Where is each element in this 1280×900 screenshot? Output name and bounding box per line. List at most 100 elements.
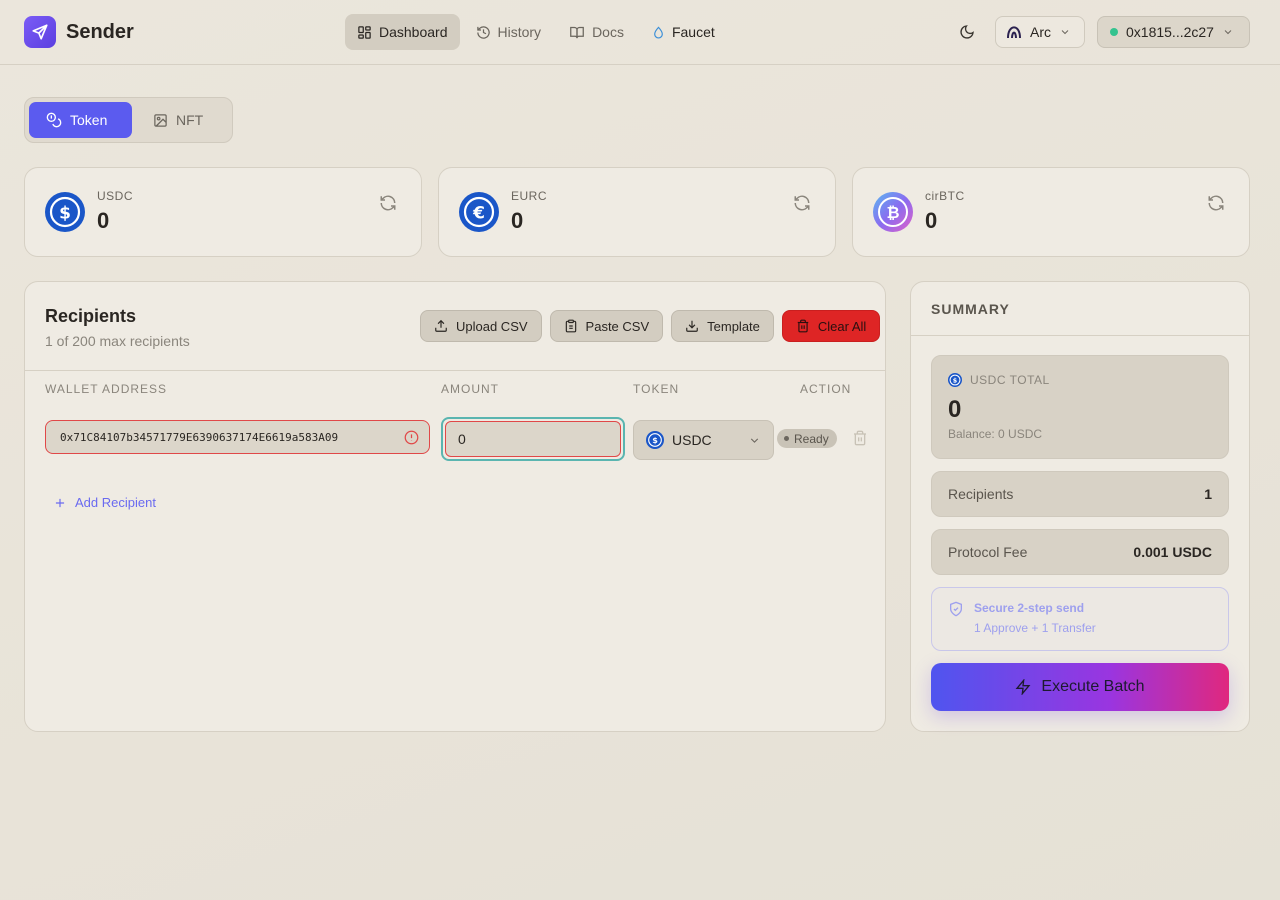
- add-recipient-label: Add Recipient: [75, 495, 156, 510]
- tab-nft-label: NFT: [176, 112, 204, 128]
- col-amount: AMOUNT: [441, 382, 499, 396]
- total-label-row: $ USDC TOTAL: [948, 373, 1050, 387]
- token-select-value: USDC: [672, 432, 712, 448]
- alert-circle-icon: [404, 430, 419, 445]
- refresh-icon[interactable]: [379, 194, 397, 212]
- tab-token[interactable]: Token: [29, 102, 132, 138]
- col-wallet-address: WALLET ADDRESS: [45, 382, 168, 396]
- recipients-count-label: Recipients: [948, 486, 1014, 502]
- usdc-coin-icon: $: [45, 192, 85, 232]
- nav-history[interactable]: History: [464, 14, 554, 50]
- template-button[interactable]: Template: [671, 310, 774, 342]
- secure-send-note: Secure 2-step send 1 Approve + 1 Transfe…: [931, 587, 1229, 651]
- upload-csv-label: Upload CSV: [456, 318, 528, 334]
- summary-title: SUMMARY: [931, 301, 1010, 317]
- usdc-coin-icon: $: [646, 431, 664, 449]
- grid-icon: [358, 25, 371, 39]
- paste-csv-label: Paste CSV: [585, 318, 650, 334]
- svg-text:$: $: [59, 204, 71, 224]
- protocol-fee-label: Protocol Fee: [948, 544, 1028, 560]
- protocol-fee-row: Protocol Fee 0.001 USDC: [931, 529, 1229, 575]
- secure-title: Secure 2-step send: [974, 601, 1085, 615]
- usdc-coin-icon: $: [948, 373, 962, 387]
- send-logo-icon: [24, 16, 56, 48]
- balance-card-eurc: € EURC 0: [438, 167, 836, 257]
- refresh-icon[interactable]: [793, 194, 811, 212]
- refresh-icon[interactable]: [1207, 194, 1225, 212]
- book-icon: [570, 26, 584, 38]
- nav-dashboard-label: Dashboard: [379, 24, 448, 40]
- recipients-count: 1 of 200 max recipients: [45, 333, 190, 349]
- arc-network-icon: [1007, 26, 1021, 39]
- wallet-button[interactable]: 0x1815...2c27: [1097, 16, 1250, 48]
- nav-history-label: History: [497, 24, 542, 40]
- balance-symbol: cirBTC: [925, 189, 965, 203]
- shield-check-icon: [950, 601, 962, 617]
- chevron-down-icon: [750, 438, 759, 443]
- recipients-count-row: Recipients 1: [931, 471, 1229, 517]
- execute-batch-label: Execute Batch: [1041, 678, 1145, 695]
- protocol-fee-value: 0.001 USDC: [1133, 544, 1212, 560]
- zap-icon: [1015, 679, 1031, 695]
- tab-nft[interactable]: NFT: [136, 102, 220, 138]
- trash-icon: [797, 319, 809, 333]
- svg-text:$: $: [652, 435, 658, 445]
- template-label: Template: [707, 318, 760, 334]
- nav-faucet[interactable]: Faucet: [640, 14, 727, 50]
- svg-text:₿: ₿: [886, 203, 899, 222]
- execute-batch-button[interactable]: Execute Batch: [931, 663, 1229, 711]
- token-select[interactable]: $ USDC: [633, 420, 774, 460]
- balance-text: Balance: 0 USDC: [948, 427, 1043, 441]
- col-action: ACTION: [800, 382, 852, 396]
- total-label: USDC TOTAL: [970, 373, 1050, 387]
- col-token: TOKEN: [633, 382, 680, 396]
- balance-symbol: USDC: [97, 189, 134, 203]
- divider: [25, 370, 885, 371]
- svg-text:$: $: [953, 377, 958, 384]
- status-label: Ready: [794, 431, 829, 446]
- balance-card-usdc: $ USDC 0: [24, 167, 422, 257]
- download-icon: [686, 320, 698, 332]
- amount-value: 0: [445, 421, 621, 457]
- paste-csv-button[interactable]: Paste CSV: [549, 310, 664, 342]
- balance-amount: 0: [97, 208, 110, 233]
- recipients-panel: Recipients 1 of 200 max recipients Uploa…: [24, 281, 886, 732]
- main-nav: Dashboard History Docs Faucet: [345, 14, 727, 50]
- upload-icon: [435, 319, 447, 332]
- amount-input[interactable]: 0: [441, 417, 625, 461]
- brand[interactable]: Sender: [24, 16, 134, 48]
- plus-icon: [55, 498, 65, 507]
- summary-panel: SUMMARY $ USDC TOTAL 0 Balance: 0 USDC R…: [910, 281, 1250, 732]
- svg-text:€: €: [472, 204, 485, 224]
- add-recipient-button[interactable]: Add Recipient: [53, 495, 156, 510]
- image-icon: [154, 113, 167, 127]
- clear-all-button[interactable]: Clear All: [781, 310, 881, 342]
- history-icon: [476, 25, 490, 39]
- recipients-count-value: 1: [1204, 486, 1212, 502]
- droplet-icon: [654, 25, 663, 39]
- recipients-title: Recipients: [45, 306, 137, 326]
- coins-icon: [46, 112, 62, 128]
- connected-dot: [1110, 28, 1118, 36]
- status-badge: Ready: [777, 429, 837, 448]
- wallet-address-input[interactable]: 0x71C84107b34571779E6390637174E6619a583A…: [45, 420, 430, 454]
- chevron-down-icon: [1061, 30, 1069, 35]
- network-selector[interactable]: Arc: [995, 16, 1085, 48]
- nav-dashboard[interactable]: Dashboard: [345, 14, 460, 50]
- nav-docs[interactable]: Docs: [557, 14, 636, 50]
- brand-name: Sender: [66, 20, 134, 43]
- cirbtc-coin-icon: ₿: [873, 192, 913, 232]
- chevron-down-icon: [1224, 30, 1232, 35]
- balance-symbol: EURC: [511, 189, 548, 203]
- recipients-actions: Upload CSV Paste CSV Template Clear All: [420, 310, 881, 342]
- status-dot: [784, 436, 789, 441]
- balance-amount: 0: [925, 208, 938, 233]
- wallet-address: 0x1815...2c27: [1126, 24, 1214, 40]
- moon-icon: [960, 25, 974, 39]
- upload-csv-button[interactable]: Upload CSV: [420, 310, 542, 342]
- asset-type-tabs: Token NFT: [24, 97, 233, 143]
- total-card: $ USDC TOTAL 0 Balance: 0 USDC: [931, 355, 1229, 459]
- clipboard-icon: [565, 319, 576, 333]
- trash-icon[interactable]: [852, 430, 868, 446]
- theme-toggle[interactable]: [955, 20, 979, 44]
